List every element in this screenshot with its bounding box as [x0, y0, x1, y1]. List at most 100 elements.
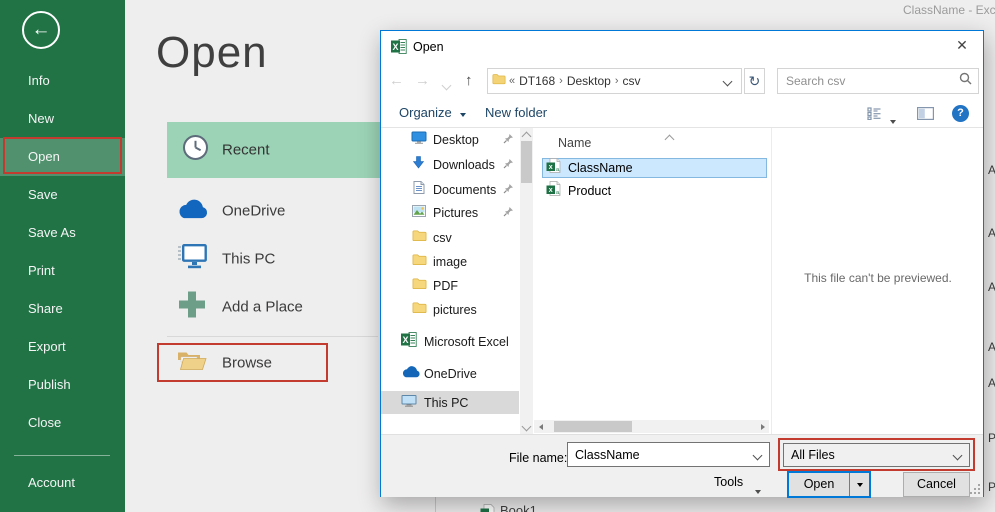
tree-item-pdf[interactable]: PDF [381, 274, 519, 297]
scroll-up-icon[interactable] [520, 128, 533, 141]
scroll-left-icon[interactable] [534, 420, 547, 433]
places-divider [167, 336, 378, 337]
browse-folder-icon [175, 350, 209, 376]
document-icon [413, 180, 425, 199]
tools-dropdown-arrow-icon[interactable] [755, 481, 761, 499]
scrollbar-thumb[interactable] [521, 141, 532, 183]
computer-icon [175, 243, 209, 275]
onedrive-cloud-icon [401, 365, 420, 383]
place-recent[interactable]: Recent [167, 122, 380, 178]
tree-item-pictures-folder[interactable]: pictures [381, 298, 519, 321]
dialog-titlebar[interactable]: X Open ✕ [381, 31, 983, 63]
sidebar-item-info[interactable]: Info [0, 62, 125, 100]
back-button[interactable]: ← [22, 11, 60, 49]
tree-item-pictures[interactable]: Pictures [381, 201, 519, 224]
scrollbar-thumb[interactable] [554, 421, 632, 432]
dropdown-arrow-icon [460, 113, 467, 117]
resize-grip[interactable] [970, 484, 980, 494]
scroll-down-icon[interactable] [520, 421, 533, 434]
sidebar-item-close[interactable]: Close [0, 404, 125, 442]
sidebar-item-print[interactable]: Print [0, 252, 125, 290]
open-button[interactable]: Open [787, 471, 871, 498]
folder-icon [412, 253, 427, 271]
new-folder-button[interactable]: New folder [485, 105, 547, 120]
search-input[interactable] [784, 73, 959, 89]
details-view-icon[interactable] [867, 107, 886, 125]
file-name-combobox[interactable]: ClassName [567, 442, 770, 467]
refresh-icon[interactable]: ↻ [744, 68, 765, 94]
file-list-horizontal-scrollbar[interactable] [534, 420, 769, 433]
pin-icon [503, 156, 514, 174]
file-row-classname[interactable]: x a, ClassName [542, 158, 767, 178]
folder-icon [412, 277, 427, 295]
search-box[interactable] [777, 68, 979, 94]
chevron-down-icon[interactable] [952, 446, 963, 464]
sort-ascending-icon[interactable] [664, 130, 675, 148]
sidebar-item-save-as[interactable]: Save As [0, 214, 125, 252]
preview-pane-icon[interactable] [917, 107, 935, 125]
tools-button[interactable]: Tools [714, 475, 743, 489]
clipped-text-fragment: A [988, 340, 995, 354]
tree-item-onedrive[interactable]: OneDrive [381, 362, 519, 385]
address-bar[interactable]: « DT168 › Desktop › csv [487, 68, 742, 94]
tree-item-image[interactable]: image [381, 250, 519, 273]
address-dropdown-chevron-icon[interactable] [722, 72, 737, 90]
place-add-a-place[interactable]: Add a Place [167, 283, 379, 331]
breadcrumb-csv[interactable]: csv [623, 74, 641, 88]
tree-item-downloads[interactable]: Downloads [381, 153, 519, 176]
sidebar-item-open[interactable]: Open [0, 138, 125, 176]
sidebar-item-account[interactable]: Account [0, 464, 125, 502]
place-label: Browse [222, 354, 273, 372]
organize-button[interactable]: Organize [399, 105, 467, 120]
breadcrumb-separator: › [559, 75, 563, 87]
plus-icon [175, 291, 209, 323]
nav-history-chevron-icon[interactable] [441, 76, 452, 94]
breadcrumb-desktop[interactable]: Desktop [567, 74, 611, 88]
place-onedrive[interactable]: OneDrive [167, 187, 379, 235]
svg-text:x: x [549, 187, 553, 194]
chevron-down-icon[interactable] [752, 446, 763, 464]
page-title: Open [156, 28, 268, 77]
place-this-pc[interactable]: This PC [167, 235, 379, 283]
tree-item-documents[interactable]: Documents [381, 178, 519, 201]
tree-item-microsoft-excel[interactable]: X Microsoft Excel [381, 330, 519, 353]
backstage-sidebar: ← Info New Open Save Save As Print Share… [0, 0, 125, 512]
tree-scrollbar[interactable] [520, 128, 533, 434]
scroll-right-icon[interactable] [756, 420, 769, 433]
svg-text:X: X [402, 335, 408, 345]
place-browse[interactable]: Browse [167, 339, 379, 387]
sidebar-item-new[interactable]: New [0, 100, 125, 138]
onedrive-cloud-icon [175, 198, 209, 224]
this-pc-icon [401, 394, 417, 412]
excel-icon: X [401, 331, 417, 352]
cancel-button[interactable]: Cancel [903, 472, 970, 497]
tree-item-csv[interactable]: csv [381, 226, 519, 249]
nav-up-icon[interactable]: ↑ [465, 72, 473, 89]
folder-icon [412, 301, 427, 319]
nav-back-icon[interactable]: ← [389, 72, 404, 89]
view-dropdown-arrow-icon[interactable] [890, 111, 896, 129]
nav-forward-icon[interactable]: → [415, 72, 430, 89]
tree-item-desktop[interactable]: Desktop [381, 128, 519, 151]
tree-item-this-pc[interactable]: This PC [381, 391, 519, 414]
place-label: This PC [222, 250, 276, 268]
breadcrumb-prefix: « [509, 75, 516, 87]
folder-icon [412, 229, 427, 247]
column-header-name[interactable]: Name [558, 136, 591, 150]
recent-file-book1[interactable]: Book1 [500, 503, 537, 512]
file-name-label: File name: [509, 451, 568, 465]
sidebar-item-export[interactable]: Export [0, 328, 125, 366]
close-icon[interactable]: ✕ [951, 37, 973, 57]
sidebar-item-save[interactable]: Save [0, 176, 125, 214]
clipped-text-fragment: P [988, 431, 995, 445]
open-split-arrow-icon[interactable] [849, 473, 869, 496]
excel-file-icon [480, 504, 495, 512]
help-icon[interactable]: ? [952, 105, 969, 122]
file-row-product[interactable]: x a, Product [542, 181, 767, 201]
breadcrumb-dt168[interactable]: DT168 [519, 74, 555, 88]
sidebar-item-share[interactable]: Share [0, 290, 125, 328]
place-label: OneDrive [222, 202, 286, 220]
file-type-combobox[interactable]: All Files [783, 443, 970, 467]
picture-icon [412, 204, 426, 222]
sidebar-item-publish[interactable]: Publish [0, 366, 125, 404]
